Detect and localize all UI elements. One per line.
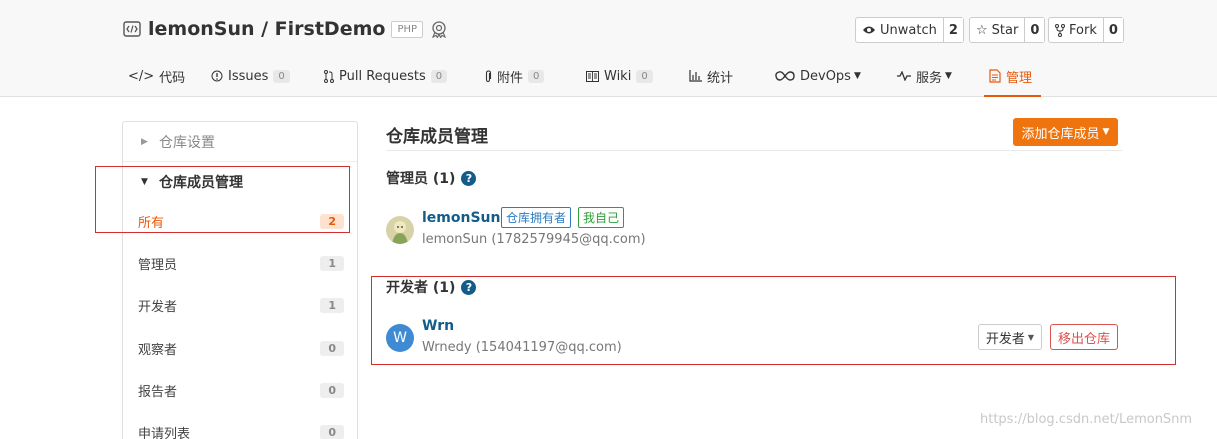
infinity-icon <box>775 71 795 81</box>
highlight-box-sidebar <box>95 166 350 233</box>
tab-badge: 0 <box>430 69 448 83</box>
star-button[interactable]: ☆ Star <box>970 18 1024 42</box>
help-icon[interactable]: ? <box>461 170 477 186</box>
chevron-down-icon: ▼ <box>853 71 861 81</box>
star-group: ☆ Star 0 <box>969 17 1046 43</box>
tab-devops[interactable]: DevOps ▼ <box>775 55 861 97</box>
fork-count[interactable]: 0 <box>1102 18 1123 42</box>
caret-right-icon: ▶ <box>141 136 148 147</box>
tab-badge: 0 <box>636 69 653 83</box>
owner-tag: 仓库拥有者 <box>501 207 572 228</box>
repo-title: lemonSun / FirstDemo PHP <box>122 16 449 42</box>
chevron-down-icon: ▼ <box>1102 127 1110 137</box>
add-member-button[interactable]: 添加仓库成员 ▼ <box>1013 118 1118 146</box>
tab-badge: 0 <box>528 69 545 83</box>
tab-statistics[interactable]: 统计 <box>689 55 733 97</box>
count-badge: 0 <box>320 424 344 439</box>
section-label: 管理员 (1) <box>386 171 456 187</box>
sidebar-item-applications[interactable]: 申请列表 0 <box>123 411 357 439</box>
star-icon: ☆ <box>976 22 988 38</box>
bar-chart-icon <box>689 70 702 82</box>
watch-group: Unwatch 2 <box>855 17 964 43</box>
sidebar-heading-label: 仓库设置 <box>159 134 215 151</box>
watermark: https://blog.csdn.net/LemonSnm <box>980 412 1193 427</box>
repo-icon <box>122 19 142 39</box>
tab-pull-requests[interactable]: Pull Requests 0 <box>324 55 448 97</box>
fork-group: Fork 0 <box>1048 17 1124 43</box>
watch-count[interactable]: 2 <box>942 18 963 42</box>
count-badge: 1 <box>320 255 344 271</box>
book-icon <box>586 70 599 82</box>
sidebar-item-label: 观察者 <box>138 342 178 358</box>
tab-label: 统计 <box>707 70 734 86</box>
tab-services[interactable]: 服务 ▼ <box>897 55 952 97</box>
member-email: lemonSun (1782579945@qq.com) <box>422 232 646 247</box>
admin-section-title: 管理员 (1) ? <box>386 168 477 188</box>
unwatch-button[interactable]: Unwatch <box>856 18 943 42</box>
info-circle-icon <box>211 70 223 82</box>
tab-label: 代码 <box>159 70 186 86</box>
fork-label: Fork <box>1069 22 1097 38</box>
avatar[interactable] <box>386 216 414 244</box>
settings-doc-icon <box>989 69 1001 83</box>
count-badge: 0 <box>320 340 344 356</box>
certified-badge-icon <box>429 19 449 39</box>
unwatch-label: Unwatch <box>880 22 937 38</box>
fork-icon <box>1055 23 1065 37</box>
pull-request-icon <box>324 69 334 83</box>
self-tag: 我自己 <box>578 207 625 228</box>
active-tab-indicator <box>984 95 1041 97</box>
star-count[interactable]: 0 <box>1024 18 1045 42</box>
star-label: Star <box>991 22 1019 38</box>
sidebar-item-developers[interactable]: 开发者 1 <box>123 284 357 326</box>
sidebar-repo-settings[interactable]: ▶ 仓库设置 <box>123 122 357 162</box>
repo-name[interactable]: lemonSun / FirstDemo <box>148 18 385 40</box>
tab-label: 管理 <box>1006 70 1033 86</box>
highlight-box-developer <box>371 276 1176 365</box>
page-title: 仓库成员管理 <box>386 127 488 147</box>
eye-icon <box>862 25 876 35</box>
sidebar-item-label: 报告者 <box>138 384 178 400</box>
tab-label: 附件 <box>497 70 524 86</box>
tab-label: 服务 <box>916 70 943 86</box>
tab-badge: 0 <box>273 69 290 83</box>
sidebar-item-reporters[interactable]: 报告者 0 <box>123 369 357 411</box>
tab-manage[interactable]: 管理 <box>989 55 1032 97</box>
member-row-admin: lemonSun 仓库拥有者 我自己 lemonSun (1782579945@… <box>386 207 1126 254</box>
pulse-icon <box>897 71 911 81</box>
member-name[interactable]: lemonSun <box>422 210 500 226</box>
repo-tabs: </> 代码 Issues 0 Pull Requests 0 附件 0 Wik… <box>0 55 1217 97</box>
language-badge: PHP <box>391 20 424 38</box>
code-icon: </> <box>128 68 155 84</box>
sidebar-item-admins[interactable]: 管理员 1 <box>123 242 357 284</box>
paperclip-icon <box>484 69 492 83</box>
tab-code[interactable]: </> 代码 <box>128 55 185 97</box>
tab-wiki[interactable]: Wiki 0 <box>586 55 653 97</box>
tab-label: Wiki <box>604 68 632 84</box>
divider <box>386 150 1122 151</box>
tab-label: Pull Requests <box>339 68 426 84</box>
tab-label: Issues <box>228 68 269 84</box>
count-badge: 0 <box>320 382 344 398</box>
add-member-label: 添加仓库成员 <box>1021 126 1100 142</box>
sidebar-item-label: 开发者 <box>138 299 178 315</box>
chevron-down-icon: ▼ <box>945 71 952 81</box>
sidebar-item-label: 申请列表 <box>138 426 191 439</box>
tab-issues[interactable]: Issues 0 <box>211 55 290 97</box>
fork-button[interactable]: Fork <box>1049 18 1103 42</box>
sidebar-item-label: 管理员 <box>138 257 178 273</box>
repo-header: lemonSun / FirstDemo PHP Unwatch 2 ☆ Sta… <box>0 0 1217 97</box>
tab-attachments[interactable]: 附件 0 <box>484 55 545 97</box>
sidebar-item-observers[interactable]: 观察者 0 <box>123 327 357 369</box>
count-badge: 1 <box>320 297 344 313</box>
tab-label: DevOps <box>800 68 851 84</box>
